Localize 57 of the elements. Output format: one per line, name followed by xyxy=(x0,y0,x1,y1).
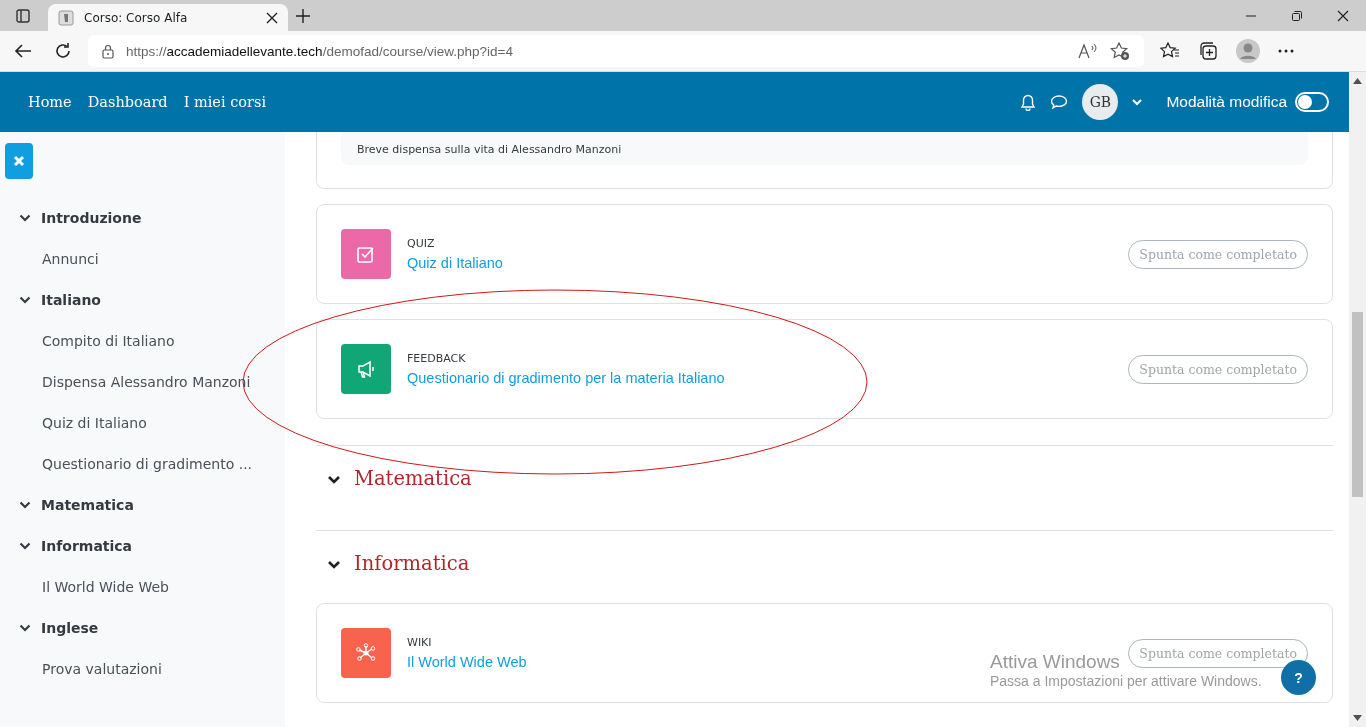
restore-icon[interactable] xyxy=(1291,9,1303,22)
close-icon xyxy=(13,155,25,167)
activity-description: Breve dispensa sulla vita di Alessandro Manzoni xyxy=(341,132,1308,165)
sidebar-section-title[interactable]: Matematica xyxy=(41,496,134,513)
activity-type: WIKI xyxy=(407,635,433,649)
nav-link[interactable]: I miei corsi xyxy=(183,94,267,110)
nav-link[interactable]: Home xyxy=(28,94,72,110)
sidebar-item[interactable]: Quiz di Italiano xyxy=(5,402,280,443)
favorites-icon[interactable] xyxy=(1160,42,1180,60)
edit-mode-toggle[interactable] xyxy=(1295,92,1329,112)
activity-type: FEEDBACK xyxy=(407,351,467,365)
sidebar-section-title[interactable]: Inglese xyxy=(41,619,99,636)
sidebar-item[interactable]: Compito di Italiano xyxy=(5,320,280,361)
sidebar-section-title[interactable]: Informatica xyxy=(41,537,133,554)
star-add-icon[interactable] xyxy=(1110,42,1130,60)
sidebar-section-title[interactable]: Introduzione xyxy=(41,209,142,226)
scroll-up-icon[interactable] xyxy=(1353,78,1362,84)
tab-layout-icon[interactable] xyxy=(16,8,30,23)
bell-icon[interactable] xyxy=(1020,93,1037,111)
scroll-down-icon[interactable] xyxy=(1353,715,1362,721)
scrollbar[interactable] xyxy=(1349,72,1366,727)
caret-icon[interactable] xyxy=(1132,98,1143,106)
sidebar-item[interactable]: Annunci xyxy=(5,238,280,279)
lock-icon xyxy=(102,43,114,59)
new-tab-icon[interactable] xyxy=(296,8,310,23)
section-title[interactable]: Informatica xyxy=(354,552,470,575)
sidebar-item[interactable]: Questionario di gradimento ... xyxy=(5,443,280,484)
network-nodes-icon xyxy=(356,643,376,663)
address-bar[interactable]: https://accademiadellevante.tech/demofad/course/view.php?id=4 xyxy=(88,35,1144,67)
nav-link[interactable]: Dashboard xyxy=(87,94,168,110)
activation-notice-title: Attiva Windows xyxy=(990,651,1120,673)
close-drawer-button[interactable] xyxy=(5,143,33,179)
sidebar-section-title[interactable]: Italiano xyxy=(41,291,101,308)
section-title[interactable]: Matematica xyxy=(354,467,472,490)
activity-type: QUIZ xyxy=(407,236,436,250)
back-arrow-icon[interactable] xyxy=(14,43,32,59)
read-aloud-icon[interactable] xyxy=(1078,43,1098,59)
url-text: https://accademiadellevante.tech/demofad/course/view.php?id=4 xyxy=(126,43,514,59)
activation-notice-text: Passa a Impostazioni per attivare Windows. xyxy=(990,673,1262,689)
checkbox-icon xyxy=(356,244,376,264)
browser-tab[interactable]: Corso: Corso Alfa xyxy=(48,4,288,31)
close-icon[interactable] xyxy=(266,11,278,24)
sidebar-item[interactable]: Prova valutazioni xyxy=(5,648,280,689)
help-button[interactable]: ? xyxy=(1281,660,1316,695)
user-avatar[interactable]: GB xyxy=(1082,84,1119,120)
page-favicon-icon xyxy=(58,9,74,26)
close-icon[interactable] xyxy=(1337,9,1349,22)
megaphone-icon xyxy=(356,359,376,379)
sidebar-item[interactable]: Il World Wide Web xyxy=(5,566,280,607)
refresh-icon[interactable] xyxy=(54,42,72,60)
edit-mode-label: Modalità modifica xyxy=(1166,93,1287,111)
chat-bubble-icon[interactable] xyxy=(1050,94,1069,110)
scrollbar-thumb[interactable] xyxy=(1352,312,1363,497)
profile-avatar-icon[interactable] xyxy=(1236,39,1260,63)
more-options-icon[interactable] xyxy=(1278,49,1294,53)
collections-icon[interactable] xyxy=(1198,41,1218,61)
tab-title: Corso: Corso Alfa xyxy=(84,10,189,25)
